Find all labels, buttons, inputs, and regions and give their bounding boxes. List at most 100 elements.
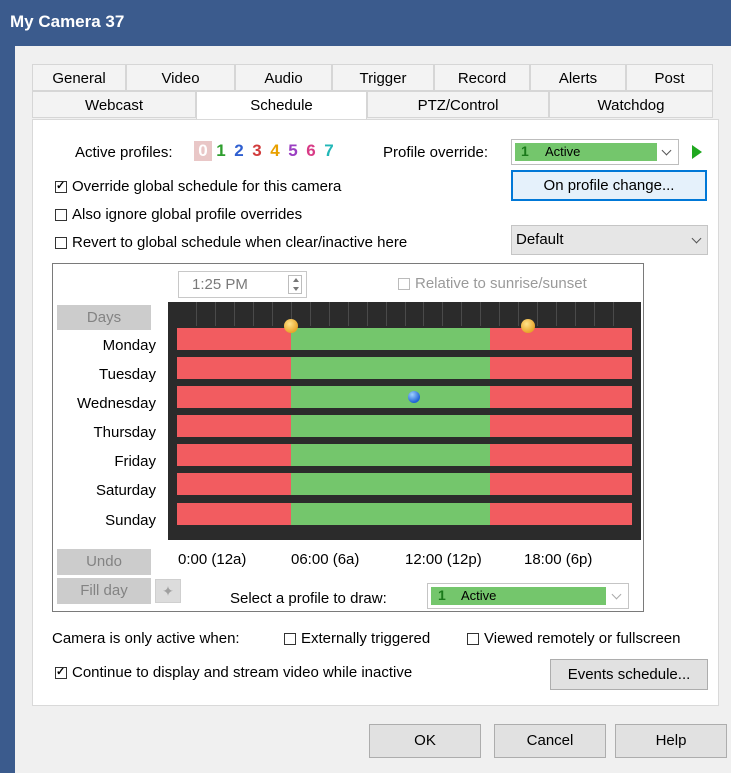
- relative-sun-label: Relative to sunrise/sunset: [415, 275, 587, 292]
- tab-watchdog[interactable]: Watchdog: [549, 91, 713, 118]
- hour-tick: [348, 302, 349, 326]
- magic-wand-icon[interactable]: ✦: [155, 579, 181, 603]
- on-profile-change-button[interactable]: On profile change...: [511, 170, 707, 201]
- schedule-bar-inactive[interactable]: [177, 357, 291, 379]
- schedule-bar-inactive[interactable]: [490, 386, 632, 408]
- time-label: 0:00 (12a): [178, 551, 247, 568]
- schedule-bar-inactive[interactable]: [490, 415, 632, 437]
- window-title: My Camera 37: [10, 12, 125, 31]
- schedule-bar-active[interactable]: [291, 386, 490, 408]
- tab-trigger[interactable]: Trigger: [332, 64, 434, 91]
- hour-tick: [196, 302, 197, 326]
- externally-triggered-label: Externally triggered: [301, 630, 431, 647]
- schedule-bar-active[interactable]: [291, 357, 490, 379]
- tab-audio[interactable]: Audio: [235, 64, 332, 91]
- camera-active-label: Camera is only active when:: [52, 630, 240, 647]
- hour-tick: [480, 302, 481, 326]
- ignore-global-checkbox[interactable]: [55, 209, 67, 221]
- day-label: Sunday: [105, 512, 156, 529]
- help-button[interactable]: Help: [615, 724, 727, 758]
- hour-tick: [556, 302, 557, 326]
- undo-button[interactable]: Undo: [57, 549, 151, 575]
- current-time-marker-icon: [408, 391, 420, 403]
- fill-day-button[interactable]: Fill day: [57, 578, 151, 604]
- tab-post[interactable]: Post: [626, 64, 713, 91]
- relative-sun-checkbox[interactable]: [398, 278, 410, 290]
- ok-button[interactable]: OK: [369, 724, 481, 758]
- schedule-bar-inactive[interactable]: [177, 444, 291, 466]
- hour-tick: [234, 302, 235, 326]
- profile-1: 1: [216, 141, 226, 160]
- revert-global-checkbox[interactable]: [55, 237, 67, 249]
- draw-profile-number: 1: [438, 587, 446, 603]
- time-label: 12:00 (12p): [405, 551, 482, 568]
- time-label: 18:00 (6p): [524, 551, 593, 568]
- hour-tick: [518, 302, 519, 326]
- profile-2: 2: [234, 141, 244, 160]
- schedule-bar-inactive[interactable]: [177, 473, 291, 495]
- day-label: Friday: [114, 453, 156, 470]
- tab-schedule[interactable]: Schedule: [196, 91, 367, 119]
- tab-alerts[interactable]: Alerts: [530, 64, 626, 91]
- schedule-bar-inactive[interactable]: [177, 503, 291, 525]
- profile-4: 4: [270, 141, 280, 160]
- chevron-down-icon: [661, 145, 672, 156]
- hour-tick: [499, 302, 500, 326]
- schedule-bar-inactive[interactable]: [177, 386, 291, 408]
- hour-tick: [423, 302, 424, 326]
- schedule-bar-inactive[interactable]: [490, 444, 632, 466]
- schedule-bar-inactive[interactable]: [490, 473, 632, 495]
- profile-5: 5: [288, 141, 298, 160]
- hour-tick: [613, 302, 614, 326]
- profile-7: 7: [324, 141, 334, 160]
- events-schedule-button[interactable]: Events schedule...: [550, 659, 708, 690]
- tab-ptz-control[interactable]: PTZ/Control: [367, 91, 549, 118]
- tab-video[interactable]: Video: [126, 64, 235, 91]
- schedule-bar-inactive[interactable]: [177, 415, 291, 437]
- cancel-button[interactable]: Cancel: [494, 724, 606, 758]
- play-icon[interactable]: [692, 145, 702, 159]
- ignore-global-label: Also ignore global profile overrides: [72, 206, 303, 223]
- schedule-bar-inactive[interactable]: [490, 328, 632, 350]
- schedule-bar-active[interactable]: [291, 444, 490, 466]
- draw-profile-value: Active: [461, 588, 497, 603]
- schedule-bar-inactive[interactable]: [177, 328, 291, 350]
- profile-override-select[interactable]: 1 Active: [511, 139, 679, 165]
- revert-global-label: Revert to global schedule when clear/ina…: [72, 234, 408, 251]
- arrow-up-icon: [293, 278, 299, 282]
- continue-display-label: Continue to display and stream video whi…: [72, 664, 413, 681]
- schedule-grid[interactable]: [168, 302, 641, 540]
- continue-display-checkbox[interactable]: [55, 665, 67, 679]
- sunset-icon: [521, 319, 535, 333]
- hour-tick: [329, 302, 330, 326]
- draw-profile-select[interactable]: 1 Active: [427, 583, 629, 609]
- override-global-checkbox[interactable]: [55, 179, 67, 193]
- tab-record[interactable]: Record: [434, 64, 530, 91]
- revert-schedule-value: Default: [516, 231, 564, 248]
- revert-schedule-select[interactable]: Default: [511, 225, 708, 255]
- schedule-bar-inactive[interactable]: [490, 357, 632, 379]
- day-label: Wednesday: [77, 395, 156, 412]
- active-profiles-indicator: 01234567: [194, 141, 338, 163]
- arrow-down-icon: [293, 287, 299, 291]
- profile-override-value: Active: [545, 144, 581, 159]
- time-value: 1:25 PM: [192, 276, 248, 293]
- schedule-bar-active[interactable]: [291, 473, 490, 495]
- viewed-remotely-checkbox[interactable]: [467, 633, 479, 645]
- schedule-bar-active[interactable]: [291, 328, 490, 350]
- schedule-bar-inactive[interactable]: [490, 503, 632, 525]
- viewed-remotely-label: Viewed remotely or fullscreen: [484, 630, 681, 647]
- days-button[interactable]: Days: [57, 305, 151, 330]
- chevron-down-icon: [611, 589, 622, 600]
- tab-webcast[interactable]: Webcast: [32, 91, 196, 118]
- schedule-bar-active[interactable]: [291, 415, 490, 437]
- schedule-bar-active[interactable]: [291, 503, 490, 525]
- tab-general[interactable]: General: [32, 64, 126, 91]
- externally-triggered-checkbox[interactable]: [284, 633, 296, 645]
- hour-tick: [386, 302, 387, 326]
- time-spinner[interactable]: 1:25 PM: [178, 271, 307, 298]
- spinner-arrows-icon[interactable]: [288, 275, 302, 294]
- override-global-label: Override global schedule for this camera: [72, 178, 342, 195]
- hour-tick: [575, 302, 576, 326]
- hour-tick: [215, 302, 216, 326]
